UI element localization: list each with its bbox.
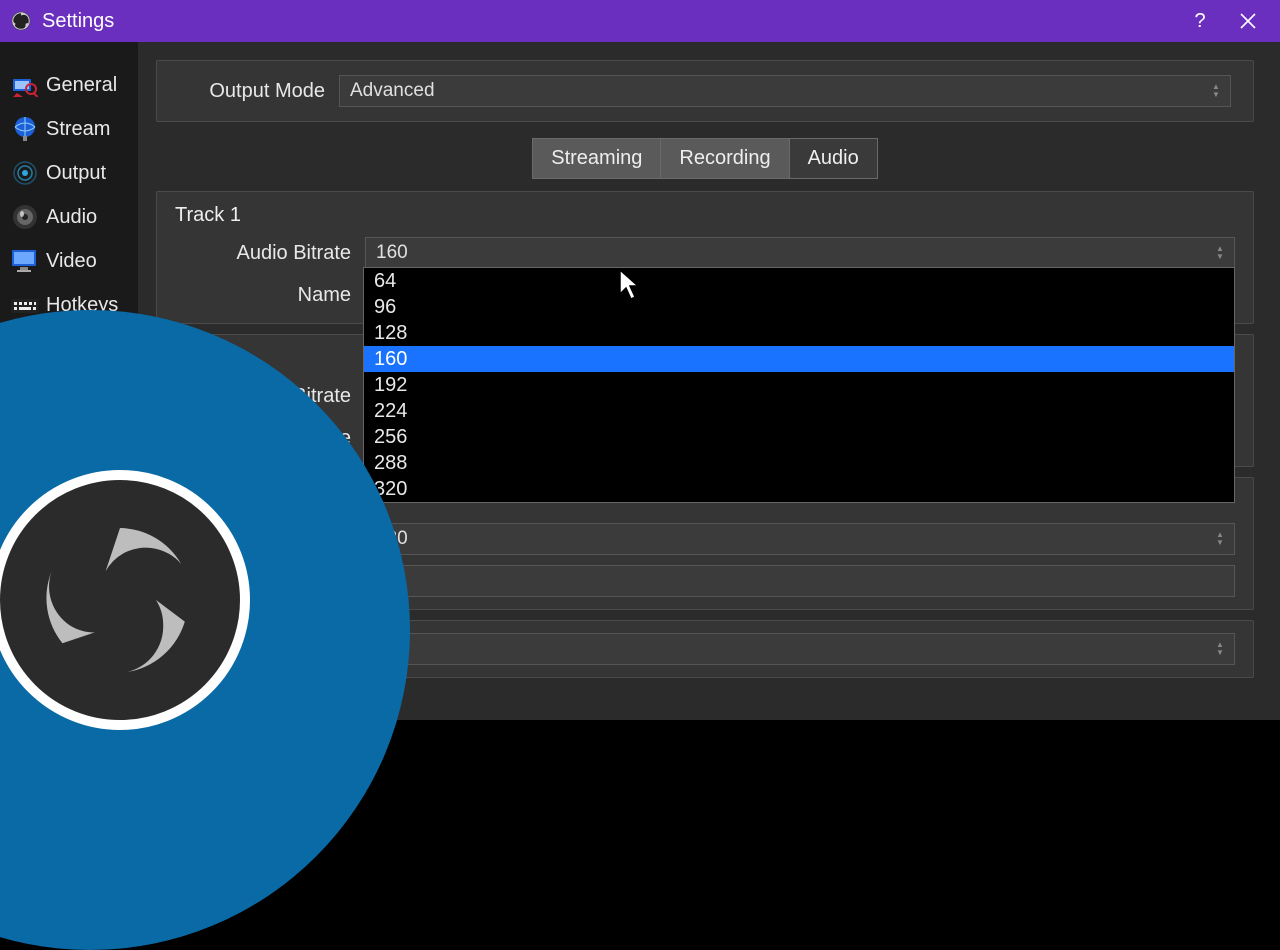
- sidebar-item-advanced[interactable]: Advanced: [0, 328, 138, 370]
- bitrate-option[interactable]: 64: [364, 268, 1234, 294]
- bitrate-label: Audio Bitrate: [175, 385, 365, 408]
- output-mode-value: Advanced: [350, 80, 435, 102]
- settings-sidebar: General Stream Output Audio Video: [0, 42, 138, 720]
- sidebar-item-label: Hotkeys: [46, 294, 118, 317]
- sidebar-item-label: Advanced: [46, 338, 135, 361]
- name-label: Name: [175, 284, 365, 307]
- sidebar-item-label: Stream: [46, 118, 110, 141]
- sidebar-item-label: General: [46, 74, 117, 97]
- broadcast-icon: [10, 160, 40, 186]
- name-label: Name: [175, 427, 365, 450]
- bitrate-option[interactable]: 288: [364, 450, 1234, 476]
- name-label: Name: [175, 570, 365, 593]
- titlebar: Settings ?: [0, 0, 1280, 42]
- spinner-icon: ▲▼: [1212, 79, 1226, 103]
- tab-streaming[interactable]: Streaming: [532, 138, 661, 179]
- keyboard-icon: [10, 292, 40, 318]
- bitrate-option[interactable]: 256: [364, 424, 1234, 450]
- tab-recording[interactable]: Recording: [661, 138, 789, 179]
- sidebar-item-video[interactable]: Video: [0, 240, 138, 282]
- sidebar-item-label: Video: [46, 250, 97, 273]
- sidebar-item-output[interactable]: Output: [0, 152, 138, 194]
- wrench-icon: [10, 72, 40, 98]
- sidebar-item-label: Audio: [46, 206, 97, 229]
- output-tabs: Streaming Recording Audio: [156, 138, 1254, 179]
- bitrate-dropdown[interactable]: 64 96 128 160 192 224 256 288 320: [363, 267, 1235, 503]
- window-title: Settings: [42, 10, 114, 33]
- settings-content: Output Mode Advanced ▲▼ Streaming Record…: [138, 42, 1280, 720]
- track-3-name-input[interactable]: [365, 565, 1235, 597]
- bitrate-label: Audio Bitrate: [175, 528, 365, 551]
- spinner-icon: ▲▼: [1216, 637, 1230, 661]
- track-title: Track 1: [175, 204, 1235, 227]
- spinner-icon: ▲▼: [1216, 527, 1230, 551]
- output-mode-select[interactable]: Advanced ▲▼: [339, 75, 1231, 107]
- globe-icon: [10, 116, 40, 142]
- app-icon: [8, 8, 34, 34]
- sidebar-item-general[interactable]: General: [0, 64, 138, 106]
- speaker-icon: [10, 204, 40, 230]
- track-3-bitrate-select[interactable]: 320 ▲▼: [365, 523, 1235, 555]
- bitrate-option[interactable]: 128: [364, 320, 1234, 346]
- bitrate-option[interactable]: 224: [364, 398, 1234, 424]
- bitrate-label: Audio Bitrate: [175, 242, 365, 265]
- sidebar-item-hotkeys[interactable]: Hotkeys: [0, 284, 138, 326]
- close-button[interactable]: [1224, 0, 1272, 42]
- output-mode-panel: Output Mode Advanced ▲▼: [156, 60, 1254, 122]
- monitor-icon: [10, 248, 40, 274]
- spinner-icon: ▲▼: [1216, 241, 1230, 265]
- tab-audio[interactable]: Audio: [790, 138, 878, 179]
- gears-icon: [10, 336, 40, 362]
- bitrate-option-selected[interactable]: 160: [364, 346, 1234, 372]
- track-1-bitrate-select[interactable]: 160 ▲▼: [365, 237, 1235, 269]
- track-4-panel: 320 ▲▼: [156, 620, 1254, 678]
- sidebar-item-audio[interactable]: Audio: [0, 196, 138, 238]
- track-4-bitrate-select[interactable]: 320 ▲▼: [365, 633, 1235, 665]
- sidebar-item-stream[interactable]: Stream: [0, 108, 138, 150]
- bitrate-option[interactable]: 96: [364, 294, 1234, 320]
- bitrate-option[interactable]: 320: [364, 476, 1234, 502]
- output-mode-label: Output Mode: [179, 80, 339, 103]
- help-button[interactable]: ?: [1176, 0, 1224, 42]
- bitrate-option[interactable]: 192: [364, 372, 1234, 398]
- sidebar-item-label: Output: [46, 162, 106, 185]
